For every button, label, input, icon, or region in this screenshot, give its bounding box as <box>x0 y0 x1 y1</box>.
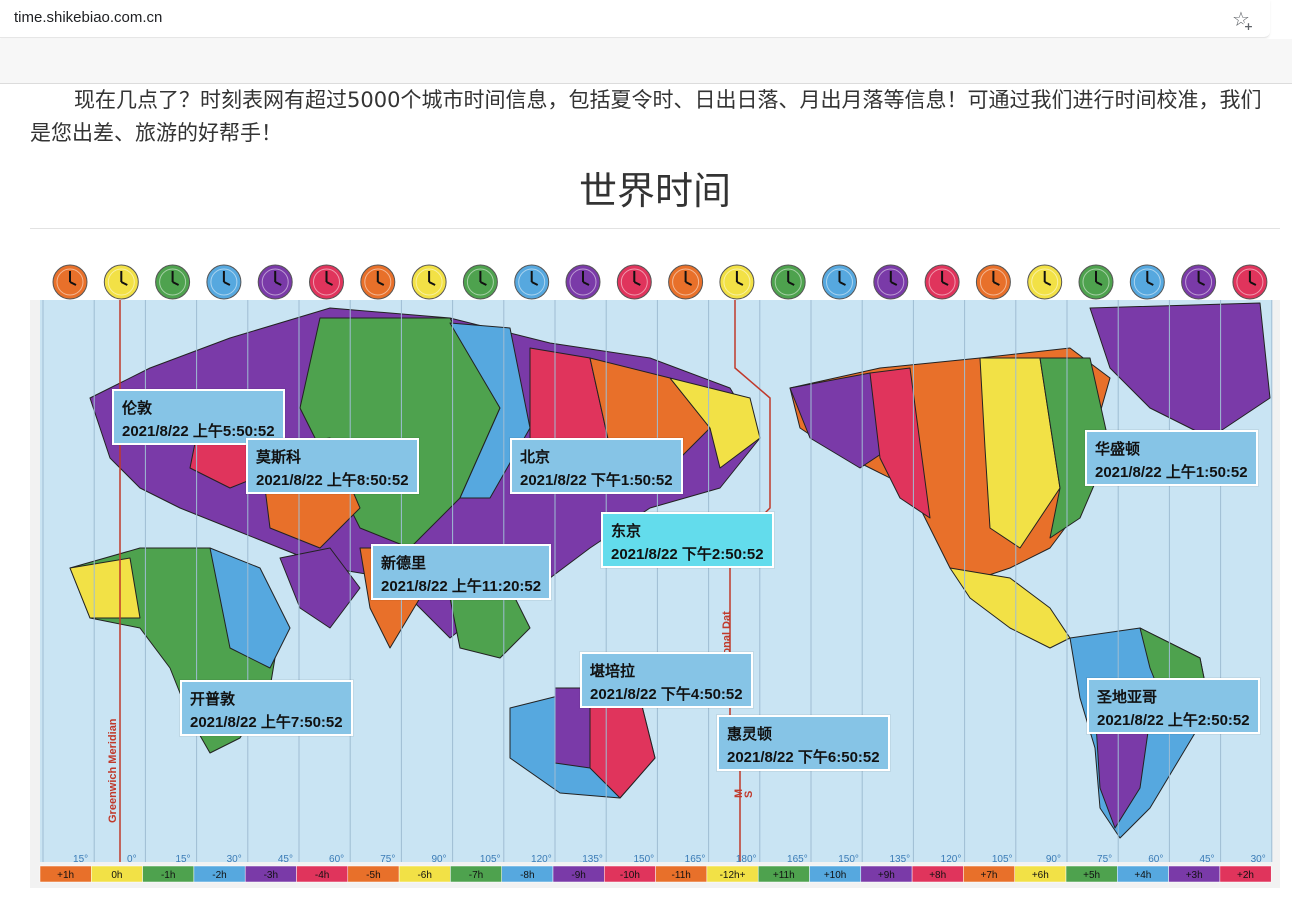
city-washington[interactable]: 华盛顿 2021/8/22 上午1:50:52 <box>1085 430 1258 486</box>
offset-label: -2h <box>212 870 226 881</box>
city-new-delhi[interactable]: 新德里 2021/8/22 上午11:20:52 <box>371 544 552 600</box>
degree-label: 90° <box>1046 854 1061 865</box>
city-moscow[interactable]: 莫斯科 2021/8/22 上午8:50:52 <box>246 438 419 494</box>
offset-label: +7h <box>981 870 998 881</box>
offset-label: +8h <box>929 870 946 881</box>
degree-label: 0° <box>127 854 137 865</box>
page-title: 世界时间 <box>578 169 731 213</box>
offset-label: -5h <box>366 870 380 881</box>
city-time: 2021/8/22 上午2:50:52 <box>1097 712 1250 729</box>
bookmarks-strip <box>0 39 1292 84</box>
city-name: 东京 <box>611 523 642 540</box>
offset-label: -9h <box>571 870 585 881</box>
offset-label: +3h <box>1186 870 1203 881</box>
degree-label: 75° <box>380 854 395 865</box>
degree-label: 105° <box>480 854 501 865</box>
city-name: 莫斯科 <box>256 449 302 466</box>
degree-label: 150° <box>633 854 654 865</box>
degree-label: 90° <box>431 854 446 865</box>
offset-label: +1h <box>57 870 74 881</box>
city-name: 开普敦 <box>190 691 236 708</box>
world-map-graphic: Greenwich MeridianInternational DatMS15°… <box>30 248 1280 883</box>
degree-label: 135° <box>582 854 603 865</box>
dateline-mark: S <box>743 791 755 798</box>
offset-label: -10h <box>620 870 640 881</box>
offset-label: -6h <box>417 870 431 881</box>
city-time: 2021/8/22 下午6:50:52 <box>727 749 880 766</box>
offset-label: -4h <box>315 870 329 881</box>
degree-label: 45° <box>1199 854 1214 865</box>
city-time: 2021/8/22 上午7:50:52 <box>190 714 343 731</box>
offset-label: 0h <box>111 870 122 881</box>
offset-label: -3h <box>264 870 278 881</box>
title-divider <box>30 228 1280 229</box>
city-time: 2021/8/22 下午2:50:52 <box>611 546 764 563</box>
city-santiago[interactable]: 圣地亚哥 2021/8/22 上午2:50:52 <box>1087 678 1260 734</box>
city-london[interactable]: 伦敦 2021/8/22 上午5:50:52 <box>112 389 285 445</box>
degree-label: 135° <box>889 854 910 865</box>
world-time-map: Greenwich MeridianInternational DatMS15°… <box>30 248 1280 888</box>
degree-label: 30° <box>227 854 242 865</box>
offset-label: -11h <box>672 870 691 881</box>
degree-label: 165° <box>685 854 706 865</box>
address-bar[interactable]: time.shikebiao.com.cn ☆ + <box>0 0 1270 38</box>
degree-label: 165° <box>787 854 808 865</box>
city-time: 2021/8/22 上午11:20:52 <box>381 578 542 595</box>
city-name: 新德里 <box>381 555 427 572</box>
city-name: 惠灵顿 <box>727 726 773 743</box>
degree-label: 60° <box>329 854 344 865</box>
degree-label: 180° <box>736 854 757 865</box>
city-tokyo[interactable]: 东京 2021/8/22 下午2:50:52 <box>601 512 774 568</box>
city-name: 堪培拉 <box>590 663 636 680</box>
degree-label: 75° <box>1097 854 1112 865</box>
offset-label: -12h+ <box>720 870 746 881</box>
degree-label: 150° <box>838 854 859 865</box>
degree-label: 120° <box>531 854 552 865</box>
offset-label: -8h <box>520 870 534 881</box>
degree-label: 15° <box>73 854 88 865</box>
city-name: 伦敦 <box>122 400 153 417</box>
url-text[interactable]: time.shikebiao.com.cn <box>14 9 162 26</box>
city-canberra[interactable]: 堪培拉 2021/8/22 下午4:50:52 <box>580 652 753 708</box>
degree-label: 60° <box>1148 854 1163 865</box>
degree-label: 30° <box>1251 854 1266 865</box>
degree-label: 120° <box>941 854 962 865</box>
offset-label: +2h <box>1237 870 1254 881</box>
city-beijing[interactable]: 北京 2021/8/22 下午1:50:52 <box>510 438 683 494</box>
city-time: 2021/8/22 上午8:50:52 <box>256 472 409 489</box>
city-name: 北京 <box>520 449 551 466</box>
city-name: 圣地亚哥 <box>1097 689 1158 706</box>
city-time: 2021/8/22 上午1:50:52 <box>1095 464 1248 481</box>
offset-label: +11h <box>773 870 795 881</box>
city-cape-town[interactable]: 开普敦 2021/8/22 上午7:50:52 <box>180 680 353 736</box>
offset-label: -7h <box>469 870 483 881</box>
offset-label: +9h <box>878 870 895 881</box>
city-name: 华盛顿 <box>1095 441 1141 458</box>
offset-label: +6h <box>1032 870 1049 881</box>
offset-label: +5h <box>1083 870 1100 881</box>
offset-label: +4h <box>1134 870 1151 881</box>
city-time: 2021/8/22 下午4:50:52 <box>590 686 743 703</box>
star-add-icon[interactable]: ☆ + <box>1228 6 1254 32</box>
offset-label: -1h <box>161 870 175 881</box>
degree-label: 15° <box>175 854 190 865</box>
greenwich-meridian-label: Greenwich Meridian <box>107 718 119 823</box>
city-time: 2021/8/22 下午1:50:52 <box>520 472 673 489</box>
degree-label: 45° <box>278 854 293 865</box>
intro-text: 现在几点了？时刻表网有超过5000个城市时间信息，包括夏令时、日出日落、月出月落… <box>30 88 1262 145</box>
degree-label: 105° <box>992 854 1013 865</box>
offset-label: +10h <box>824 870 847 881</box>
city-wellington[interactable]: 惠灵顿 2021/8/22 下午6:50:52 <box>717 715 890 771</box>
